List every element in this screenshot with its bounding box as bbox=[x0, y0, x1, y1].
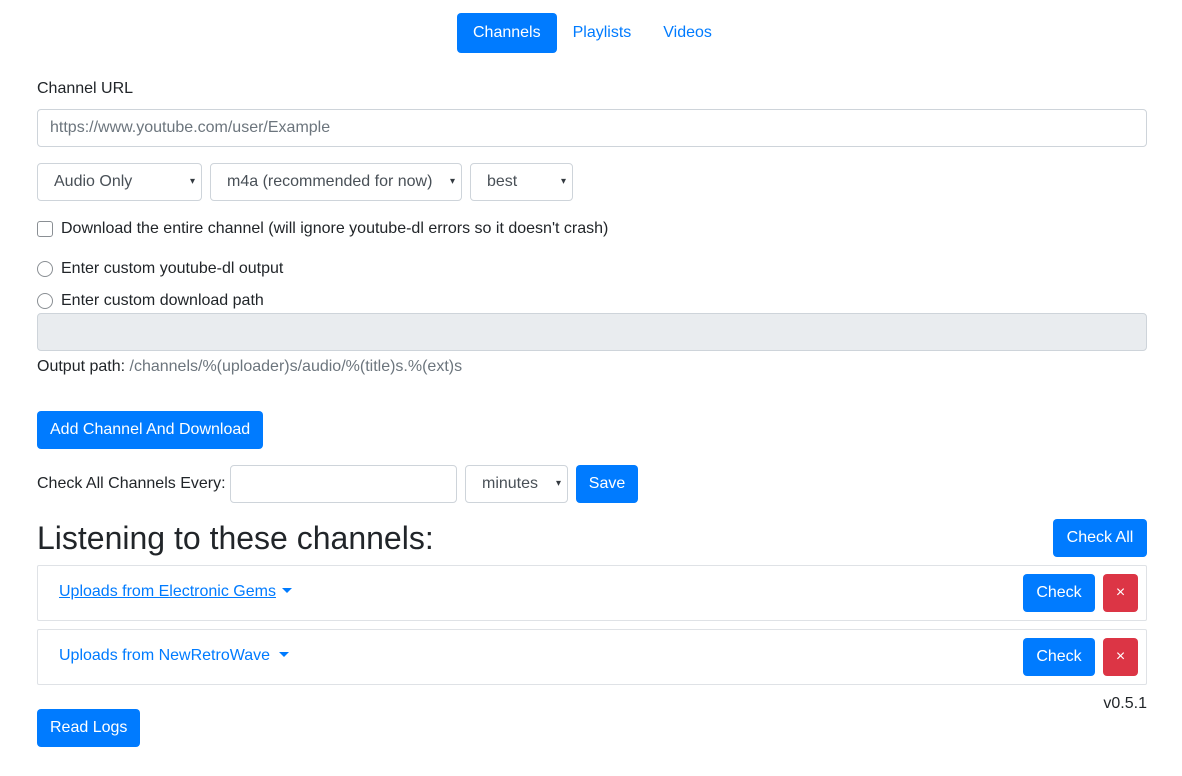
close-icon: × bbox=[1115, 584, 1126, 601]
tab-channels[interactable]: Channels bbox=[457, 13, 557, 53]
schedule-label: Check All Channels Every: bbox=[37, 475, 226, 492]
tab-videos[interactable]: Videos bbox=[647, 13, 728, 53]
channel-name: Uploads from Electronic Gems bbox=[59, 583, 276, 600]
dropdown-caret-icon bbox=[279, 652, 290, 657]
output-path-value: /channels/%(uploader)s/audio/%(title)s.%… bbox=[129, 358, 463, 375]
channel-url-input[interactable]: https://www.youtube.com/user/Example bbox=[37, 109, 1147, 147]
interval-unit-select[interactable]: minutes ▾ bbox=[465, 465, 568, 503]
chevron-down-icon: ▾ bbox=[449, 176, 455, 187]
custom-output-label: Enter custom youtube-dl output bbox=[61, 260, 284, 277]
channel-url-placeholder: https://www.youtube.com/user/Example bbox=[50, 119, 331, 136]
check-channel-button[interactable]: Check bbox=[1023, 574, 1095, 612]
delete-channel-button[interactable]: × bbox=[1103, 574, 1138, 612]
save-button[interactable]: Save bbox=[576, 465, 638, 503]
version-label: v0.5.1 bbox=[1103, 695, 1147, 712]
download-entire-label: Download the entire channel (will ignore… bbox=[61, 220, 609, 237]
nav-tabs: Channels Playlists Videos bbox=[457, 13, 728, 53]
output-path: Output path: /channels/%(uploader)s/audi… bbox=[37, 358, 462, 376]
channels-heading: Listening to these channels: bbox=[37, 520, 434, 556]
download-entire-checkbox[interactable] bbox=[37, 221, 53, 237]
custom-output-radio[interactable] bbox=[37, 261, 53, 277]
channel-url-label: Channel URL bbox=[37, 80, 134, 97]
channel-name: Uploads from NewRetroWave bbox=[59, 647, 271, 664]
check-all-button[interactable]: Check All bbox=[1053, 519, 1147, 557]
add-channel-button[interactable]: Add Channel And Download bbox=[37, 411, 264, 449]
channel-dropdown-toggle[interactable]: Uploads from Electronic Gems bbox=[59, 583, 292, 601]
type-select[interactable]: Audio Only ▾ bbox=[37, 163, 202, 201]
channel-dropdown-toggle[interactable]: Uploads from NewRetroWave bbox=[59, 647, 290, 665]
custom-path-radio[interactable] bbox=[37, 293, 53, 309]
output-path-label: Output path: bbox=[37, 358, 126, 375]
check-channel-button[interactable]: Check bbox=[1023, 638, 1095, 676]
channel-card: Uploads from NewRetroWave Check × bbox=[37, 629, 1147, 685]
chevron-down-icon: ▾ bbox=[189, 176, 195, 187]
chevron-down-icon: ▾ bbox=[560, 176, 566, 187]
delete-channel-button[interactable]: × bbox=[1103, 638, 1138, 676]
tab-playlists[interactable]: Playlists bbox=[557, 13, 648, 53]
read-logs-button[interactable]: Read Logs bbox=[37, 709, 141, 747]
format-select[interactable]: m4a (recommended for now) ▾ bbox=[210, 163, 462, 201]
channel-card: Uploads from Electronic Gems Check × bbox=[37, 565, 1147, 621]
quality-select[interactable]: best ▾ bbox=[470, 163, 573, 201]
chevron-down-icon: ▾ bbox=[555, 478, 561, 489]
type-select-value: Audio Only bbox=[54, 173, 133, 190]
format-select-value: m4a (recommended for now) bbox=[227, 173, 433, 190]
interval-input[interactable] bbox=[230, 465, 457, 503]
dropdown-caret-icon bbox=[281, 588, 292, 593]
close-icon: × bbox=[1115, 648, 1126, 665]
quality-select-value: best bbox=[487, 173, 518, 190]
interval-unit-value: minutes bbox=[482, 475, 539, 492]
custom-path-input[interactable] bbox=[37, 313, 1147, 351]
custom-path-label: Enter custom download path bbox=[61, 292, 264, 309]
